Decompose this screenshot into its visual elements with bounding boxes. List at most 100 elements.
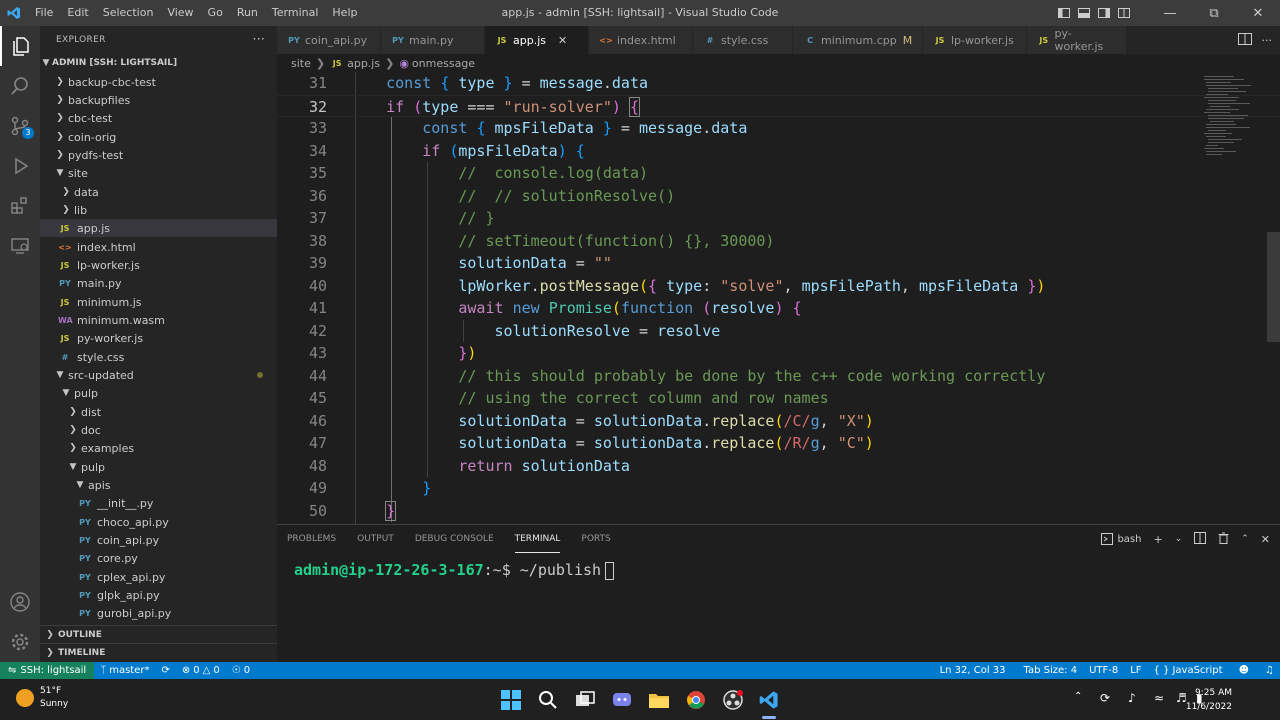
sidebar-item-data[interactable]: ❯ data [40,183,277,201]
breadcrumb-site[interactable]: site [291,57,311,70]
tab-main-py[interactable]: PY main.py [381,26,485,54]
chevron-down-icon[interactable]: ⌄ [1175,534,1183,544]
sidebar-item-pulp-inner[interactable]: ▼ pulp [40,458,277,476]
wifi-icon[interactable]: ≈ [1154,691,1164,705]
outline-section[interactable]: ❯ OUTLINE [40,625,277,643]
code-line-37[interactable]: 37 // } [277,207,1280,230]
tab-lp-worker-js[interactable]: JS lp-worker.js [923,26,1027,54]
close-window-icon[interactable]: ✕ [1236,6,1280,21]
sidebar-item-core-py[interactable]: PY core.py [40,549,277,567]
search-icon[interactable] [535,687,561,713]
file-explorer-icon[interactable] [646,687,672,713]
sidebar-item-backup-cbc-test[interactable]: ❯ backup-cbc-test [40,73,277,91]
tab-index-html[interactable]: <> index.html [589,26,693,54]
sidebar-item-src-updated[interactable]: ▼ src-updated [40,366,277,384]
code-editor[interactable]: 31 const { type } = message.data 32 if (… [277,72,1280,524]
sidebar-item-index-html[interactable]: <> index.html [40,238,277,256]
panel-tab-output[interactable]: OUTPUT [357,525,394,553]
remote-explorer-icon[interactable] [0,226,40,266]
sidebar-item-pulp[interactable]: ▼ pulp [40,384,277,402]
menu-terminal[interactable]: Terminal [265,0,326,26]
more-actions-icon[interactable]: ··· [1262,34,1273,47]
explorer-icon[interactable] [0,26,40,66]
sidebar-item-py-worker-js[interactable]: JS py-worker.js [40,329,277,347]
sidebar-item-backupfiles[interactable]: ❯ backupfiles [40,91,277,109]
toggle-sidebar-icon[interactable] [1054,8,1074,18]
menu-file[interactable]: File [28,0,60,26]
timeline-section[interactable]: ❯ TIMELINE [40,643,277,661]
obs-icon[interactable] [720,687,746,713]
sidebar-item-choco-api-py[interactable]: PY choco_api.py [40,513,277,531]
code-line-48[interactable]: 48 return solutionData [277,455,1280,478]
sidebar-item-apis[interactable]: ▼ apis [40,476,277,494]
split-terminal-icon[interactable] [1194,531,1207,547]
code-line-33[interactable]: 33 const { mpsFileData } = message.data [277,117,1280,140]
menu-run[interactable]: Run [230,0,265,26]
sidebar-item-glpk-api-py[interactable]: PY glpk_api.py [40,586,277,604]
problems-indicator[interactable]: ⊗ 0 △ 0 [176,665,226,676]
trash-icon[interactable] [1218,532,1229,547]
sidebar-item-main-py[interactable]: PY main.py [40,274,277,292]
encoding-indicator[interactable]: UTF-8 [1083,665,1124,676]
menu-go[interactable]: Go [201,0,230,26]
toggle-secondary-sidebar-icon[interactable] [1094,8,1114,18]
code-line-36[interactable]: 36 // // solutionResolve() [277,185,1280,208]
accounts-icon[interactable] [0,582,40,622]
panel-tab-terminal[interactable]: TERMINAL [514,525,561,553]
cursor-position[interactable]: Ln 32, Col 33 [934,665,1012,676]
menu-selection[interactable]: Selection [96,0,161,26]
code-line-45[interactable]: 45 // using the correct column and row n… [277,387,1280,410]
sidebar-item-site[interactable]: ▼ site [40,164,277,182]
code-line-47[interactable]: 47 solutionData = solutionData.replace(/… [277,432,1280,455]
ports-indicator[interactable]: ☉ 0 [226,665,256,676]
remote-indicator[interactable]: ⇋ SSH: lightsail [0,662,95,679]
code-line-46[interactable]: 46 solutionData = solutionData.replace(/… [277,410,1280,433]
task-view-icon[interactable] [572,687,598,713]
code-line-42[interactable]: 42 solutionResolve = resolve [277,320,1280,343]
weather-widget[interactable]: 51°F Sunny [16,685,68,711]
terminal-shell-selector[interactable]: bash [1101,533,1141,545]
microphone-icon[interactable]: ♪ [1128,691,1136,705]
sidebar-item-doc[interactable]: ❯ doc [40,421,277,439]
menu-help[interactable]: Help [325,0,364,26]
breadcrumb-file[interactable]: app.js [347,57,380,70]
system-clock[interactable]: 9:25 AM 11/6/2022 [1186,686,1232,714]
chrome-icon[interactable] [683,687,709,713]
customize-layout-icon[interactable] [1114,8,1134,18]
new-terminal-icon[interactable]: + [1153,533,1162,546]
menu-view[interactable]: View [160,0,200,26]
tab-py-worker-js[interactable]: JS py-worker.js [1027,26,1127,54]
panel-tab-problems[interactable]: PROBLEMS [287,525,336,553]
chat-icon[interactable] [609,687,635,713]
sidebar-item-lp-worker-js[interactable]: JS lp-worker.js [40,256,277,274]
sidebar-item-minimum-js[interactable]: JS minimum.js [40,293,277,311]
run-debug-icon[interactable] [0,146,40,186]
code-line-40[interactable]: 40 lpWorker.postMessage({ type: "solve",… [277,275,1280,298]
code-line-34[interactable]: 34 if (mpsFileData) { [277,140,1280,163]
sidebar-item-style-css[interactable]: # style.css [40,348,277,366]
vscode-taskbar-icon[interactable] [756,687,782,713]
code-line-44[interactable]: 44 // this should probably be done by th… [277,365,1280,388]
split-editor-icon[interactable] [1237,32,1252,48]
code-line-32[interactable]: 32 if (type === "run-solver") { [277,94,1280,117]
code-line-41[interactable]: 41 await new Promise(function (resolve) … [277,297,1280,320]
windows-start-icon[interactable] [498,687,524,713]
code-line-38[interactable]: 38 // setTimeout(function() {}, 30000) [277,230,1280,253]
tab-app-js[interactable]: JS app.js ✕ [485,26,589,54]
sidebar-item-cplex-api-py[interactable]: PY cplex_api.py [40,568,277,586]
close-tab-icon[interactable]: ✕ [558,34,567,47]
close-panel-icon[interactable]: ✕ [1261,533,1270,546]
search-icon[interactable] [0,66,40,106]
sidebar-item-gurobi-api-py[interactable]: PY gurobi_api.py [40,604,277,622]
sidebar-item-minimum-wasm[interactable]: WA minimum.wasm [40,311,277,329]
tab-minimum-cpp[interactable]: Cminimum.cpp M [793,26,923,54]
vertical-scrollbar[interactable] [1267,232,1280,342]
code-line-50[interactable]: 50 } [277,500,1280,523]
code-line-39[interactable]: 39 solutionData = "" [277,252,1280,275]
restore-icon[interactable]: ⧉ [1192,6,1236,21]
sidebar-item-coin-orig[interactable]: ❯ coin-orig [40,128,277,146]
source-control-icon[interactable]: 3 [0,106,40,146]
more-actions-icon[interactable]: ··· [253,32,265,46]
breadcrumb-symbol[interactable]: onmessage [412,57,475,70]
sidebar-item-examples[interactable]: ❯ examples [40,439,277,457]
